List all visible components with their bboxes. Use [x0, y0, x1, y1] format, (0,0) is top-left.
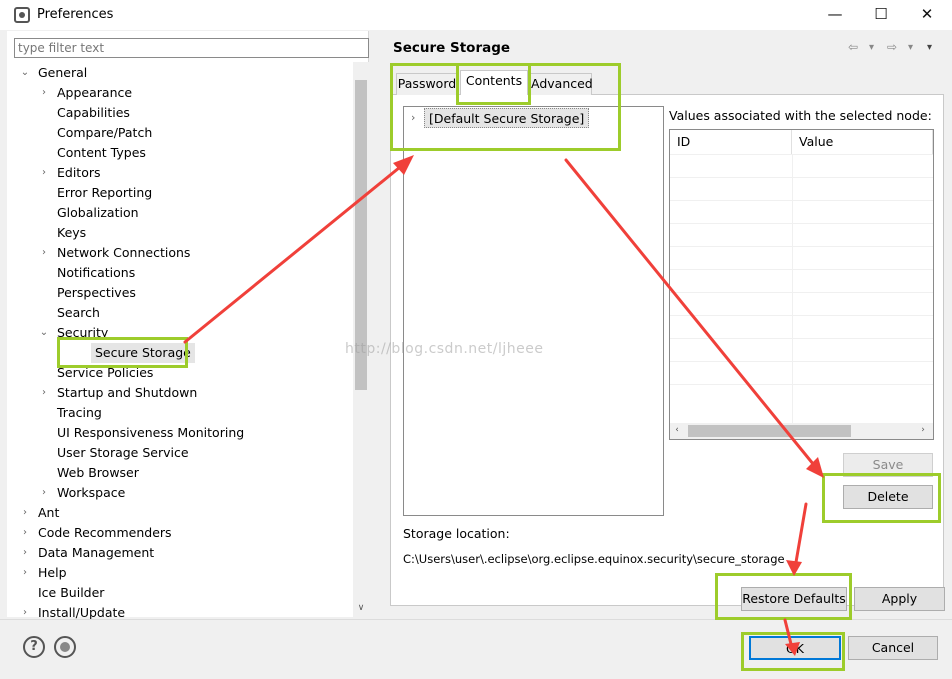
- table-scrollbar-thumb[interactable]: [688, 425, 851, 437]
- tree-item-secure-storage[interactable]: Secure Storage: [91, 343, 195, 363]
- table-row: [670, 154, 933, 177]
- table-row: [670, 338, 933, 361]
- collapse-arrow-icon[interactable]: ⌄: [20, 63, 30, 83]
- page-title: Secure Storage: [393, 40, 511, 56]
- maximize-button[interactable]: ☐: [858, 0, 904, 30]
- table-row: [670, 361, 933, 384]
- scroll-right-icon[interactable]: ›: [918, 425, 928, 435]
- tree-item-content-types[interactable]: Content Types: [57, 143, 146, 163]
- close-button[interactable]: ✕: [904, 0, 950, 30]
- title-bar: [0, 0, 952, 30]
- tree-item-user-storage-service[interactable]: User Storage Service: [57, 443, 189, 463]
- expand-arrow-icon[interactable]: ›: [39, 243, 49, 263]
- cancel-button[interactable]: Cancel: [848, 636, 938, 660]
- minimize-button[interactable]: —: [812, 0, 858, 30]
- table-row: [670, 177, 933, 200]
- storage-location-label: Storage location:: [403, 526, 510, 541]
- values-table[interactable]: ID Value: [669, 129, 934, 440]
- tree-item-general[interactable]: General: [38, 63, 87, 83]
- expand-arrow-icon[interactable]: ›: [39, 383, 49, 403]
- collapse-arrow-icon[interactable]: ⌄: [39, 323, 49, 343]
- tree-item-service-policies[interactable]: Service Policies: [57, 363, 153, 383]
- tree-item-search[interactable]: Search: [57, 303, 100, 323]
- restore-defaults-button[interactable]: Restore Defaults: [741, 587, 847, 611]
- expand-arrow-icon[interactable]: ›: [20, 523, 30, 543]
- table-row: [670, 223, 933, 246]
- scroll-left-icon[interactable]: ‹: [672, 425, 682, 435]
- table-row: [670, 200, 933, 223]
- back-icon[interactable]: ⇦: [848, 40, 858, 54]
- tree-item-ui-responsiveness-monitoring[interactable]: UI Responsiveness Monitoring: [57, 423, 244, 443]
- expand-arrow-icon[interactable]: ›: [20, 543, 30, 563]
- help-icon[interactable]: ?: [23, 636, 45, 658]
- expand-arrow-icon[interactable]: ›: [411, 108, 415, 128]
- table-row: [670, 269, 933, 292]
- scroll-down-icon[interactable]: ∨: [353, 603, 369, 613]
- tree-item-ant[interactable]: Ant: [38, 503, 59, 523]
- forward-menu-icon[interactable]: ▾: [908, 42, 913, 53]
- apply-button[interactable]: Apply: [854, 587, 945, 611]
- tab-advanced[interactable]: Advanced: [530, 73, 593, 95]
- back-menu-icon[interactable]: ▾: [869, 42, 874, 53]
- preferences-record-icon[interactable]: [54, 636, 76, 658]
- delete-button[interactable]: Delete: [843, 485, 933, 509]
- tree-item-startup-and-shutdown[interactable]: Startup and Shutdown: [57, 383, 197, 403]
- expand-arrow-icon[interactable]: ›: [20, 503, 30, 523]
- tab-contents[interactable]: Contents: [460, 70, 528, 95]
- expand-arrow-icon[interactable]: ›: [39, 483, 49, 503]
- tree-item-tracing[interactable]: Tracing: [57, 403, 102, 423]
- footer-separator: [0, 619, 952, 620]
- tree-item-data-management[interactable]: Data Management: [38, 543, 154, 563]
- view-menu-icon[interactable]: ▾: [927, 42, 932, 53]
- tree-item-security[interactable]: Security: [57, 323, 108, 343]
- table-row: [670, 246, 933, 269]
- expand-arrow-icon[interactable]: ›: [20, 603, 30, 623]
- tree-item-help[interactable]: Help: [38, 563, 67, 583]
- tab-password[interactable]: Password: [396, 73, 458, 95]
- eclipse-app-icon: [14, 7, 30, 23]
- tree-item-network-connections[interactable]: Network Connections: [57, 243, 190, 263]
- column-header-id[interactable]: ID: [670, 130, 792, 154]
- secure-storage-node-tree[interactable]: [403, 106, 664, 516]
- table-row: [670, 315, 933, 338]
- tree-item-install-update[interactable]: Install/Update: [38, 603, 125, 623]
- ok-button[interactable]: OK: [749, 636, 841, 660]
- tree-item-web-browser[interactable]: Web Browser: [57, 463, 139, 483]
- save-button[interactable]: Save: [843, 453, 933, 477]
- tree-item-keys[interactable]: Keys: [57, 223, 86, 243]
- table-row: [670, 292, 933, 315]
- tree-item-notifications[interactable]: Notifications: [57, 263, 135, 283]
- tree-item-code-recommenders[interactable]: Code Recommenders: [38, 523, 172, 543]
- storage-location-value: C:\Users\user\.eclipse\org.eclipse.equin…: [403, 552, 785, 566]
- tree-item-ice-builder[interactable]: Ice Builder: [38, 583, 104, 603]
- values-label: Values associated with the selected node…: [669, 108, 932, 123]
- tree-item-appearance[interactable]: Appearance: [57, 83, 132, 103]
- filter-input[interactable]: [14, 38, 369, 58]
- tree-item-error-reporting[interactable]: Error Reporting: [57, 183, 152, 203]
- watermark: http://blog.csdn.net/ljheee: [345, 341, 544, 357]
- tree-item-editors[interactable]: Editors: [57, 163, 101, 183]
- forward-icon[interactable]: ⇨: [887, 40, 897, 54]
- tree-item-capabilities[interactable]: Capabilities: [57, 103, 130, 123]
- tree-item-globalization[interactable]: Globalization: [57, 203, 139, 223]
- tree-item-compare-patch[interactable]: Compare/Patch: [57, 123, 152, 143]
- tree-item-perspectives[interactable]: Perspectives: [57, 283, 136, 303]
- expand-arrow-icon[interactable]: ›: [39, 163, 49, 183]
- tree-item-workspace[interactable]: Workspace: [57, 483, 125, 503]
- default-secure-storage-node[interactable]: [Default Secure Storage]: [424, 108, 590, 128]
- expand-arrow-icon[interactable]: ›: [39, 83, 49, 103]
- expand-arrow-icon[interactable]: ›: [20, 563, 30, 583]
- window-title: Preferences: [37, 7, 114, 22]
- column-header-value[interactable]: Value: [792, 130, 933, 154]
- table-row: [670, 384, 933, 407]
